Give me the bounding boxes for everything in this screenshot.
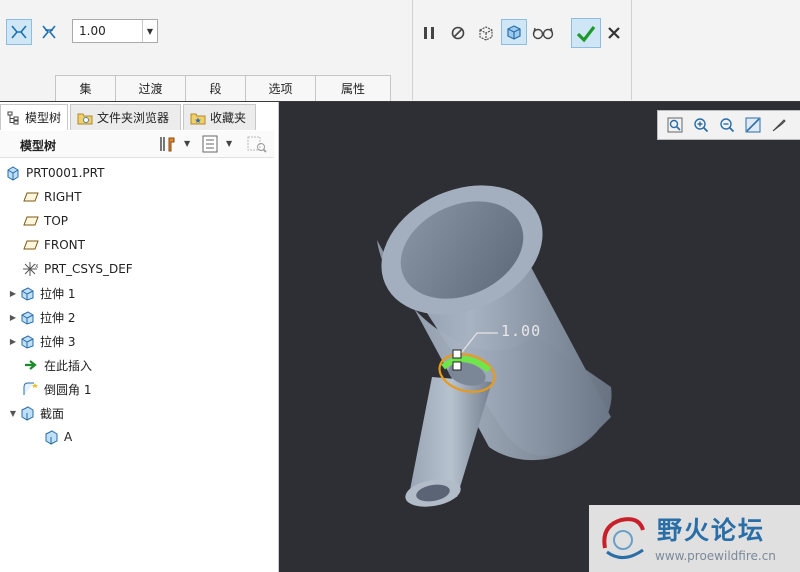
tab-favorites[interactable]: 收藏夹 (183, 104, 256, 130)
filter-icon[interactable] (247, 135, 267, 156)
datum-plane-icon (22, 188, 40, 206)
tree-item-extrude-2[interactable]: ▶ 拉伸 2 (8, 306, 75, 328)
divider (631, 0, 632, 100)
large-tube[interactable] (361, 161, 612, 461)
watermark: 野火论坛 www.proewildfire.cn (589, 505, 800, 572)
tree-item-label: 截面 (40, 406, 65, 421)
radius-value-text[interactable]: 1.00 (73, 24, 142, 38)
tree-item-front[interactable]: FRONT (22, 234, 85, 256)
no-preview-icon[interactable] (445, 20, 471, 46)
expand-icon[interactable]: ▼ (8, 409, 18, 418)
ribbon: 1.00 ▼ 集 过渡 段 选项 属性 (0, 0, 800, 102)
expand-icon[interactable]: ▶ (8, 289, 18, 298)
tab-sets[interactable]: 集 (55, 75, 116, 101)
settings-tools-icon[interactable] (158, 135, 176, 156)
tree-item-label: PRT_CSYS_DEF (44, 262, 133, 276)
tab-label: 过渡 (138, 82, 163, 96)
tab-model-tree[interactable]: 模型树 (0, 104, 68, 130)
tree-item-round-1[interactable]: 倒圆角 1 (22, 378, 91, 400)
graphics-viewport[interactable]: 1.00 野火论坛 www.proewildfire.cn (279, 102, 800, 572)
tab-folder-browser[interactable]: 文件夹浏览器 (70, 104, 181, 130)
tab-options[interactable]: 选项 (245, 75, 316, 101)
expand-icon[interactable]: ▶ (8, 313, 18, 322)
verify-icon[interactable] (501, 19, 527, 45)
folder-browser-icon (77, 113, 93, 124)
tree-item-section-a[interactable]: A (42, 426, 72, 448)
expand-icon[interactable]: ▶ (8, 337, 18, 346)
model-tree-header: 模型树 ▼ ▼ (0, 131, 274, 158)
show-list-icon[interactable] (202, 135, 218, 156)
chevron-down-icon[interactable]: ▼ (184, 139, 190, 148)
display-style-icon[interactable] (768, 114, 790, 136)
tab-pieces[interactable]: 段 (185, 75, 246, 101)
datum-plane-icon (22, 212, 40, 230)
datum-plane-icon (22, 236, 40, 254)
dimension-value-label[interactable]: 1.00 (501, 322, 541, 340)
tree-item-label: 拉伸 3 (40, 334, 76, 349)
tab-label: 模型树 (25, 111, 62, 125)
section-icon (18, 404, 36, 422)
tab-label: 文件夹浏览器 (97, 111, 170, 125)
extrude-icon (18, 332, 36, 350)
round-icon (22, 380, 40, 398)
tree-item-label: 拉伸 2 (40, 310, 76, 325)
tree-item-extrude-1[interactable]: ▶ 拉伸 1 (8, 282, 75, 304)
tree-item-csys[interactable]: X PRT_CSYS_DEF (22, 258, 133, 280)
tab-label: 属性 (340, 82, 365, 96)
tree-item-label: 拉伸 1 (40, 286, 76, 301)
repaint-icon[interactable] (742, 114, 764, 136)
favorites-icon (190, 113, 206, 124)
model-tree-title: 模型树 (20, 139, 57, 153)
chevron-down-icon[interactable]: ▼ (226, 139, 232, 148)
chevron-down-icon[interactable]: ▼ (142, 20, 157, 42)
divider (412, 0, 413, 100)
navigator-panel: 模型树 文件夹浏览器 收藏夹 模型树 ▼ ▼ PRT0001.PRT RIGHT… (0, 102, 279, 572)
tree-item-label: RIGHT (44, 190, 82, 204)
tab-label: 收藏夹 (210, 111, 247, 125)
tree-item-label: FRONT (44, 238, 85, 252)
tab-label: 集 (79, 82, 92, 96)
insert-here-arrow-icon (22, 356, 40, 374)
model-tree-icon (7, 111, 19, 124)
tree-item-extrude-3[interactable]: ▶ 拉伸 3 (8, 330, 75, 352)
tree-item-label: TOP (44, 214, 69, 228)
zoom-in-icon[interactable] (690, 114, 712, 136)
watermark-title: 野火论坛 (657, 516, 766, 545)
tree-item-section[interactable]: ▼ 截面 (8, 402, 64, 424)
cancel-x-icon[interactable] (601, 20, 627, 46)
small-pin[interactable] (403, 377, 492, 511)
part-icon (4, 164, 22, 182)
section-icon (42, 428, 60, 446)
svg-text:X: X (35, 264, 39, 270)
preview-geometry-icon[interactable] (473, 20, 499, 46)
radius-value-input[interactable]: 1.00 ▼ (72, 19, 158, 43)
pause-icon[interactable] (416, 20, 442, 46)
tree-item-insert-here[interactable]: 在此插入 (22, 354, 92, 376)
zoom-fit-icon[interactable] (664, 114, 686, 136)
tab-label: 选项 (268, 82, 293, 96)
csys-icon: X (22, 260, 40, 278)
tree-item-label: 倒圆角 1 (44, 382, 92, 397)
tree-item-top[interactable]: TOP (22, 210, 68, 232)
ok-check-icon[interactable] (571, 18, 601, 48)
round-set-icon[interactable] (6, 19, 32, 45)
zoom-out-icon[interactable] (716, 114, 738, 136)
tab-label: 段 (209, 82, 222, 96)
glasses-icon[interactable] (530, 20, 556, 46)
tree-item-label: PRT0001.PRT (26, 166, 105, 180)
forum-logo-icon (602, 517, 645, 559)
tree-item-label: 在此插入 (44, 358, 93, 373)
extrude-icon (18, 284, 36, 302)
round-transition-icon[interactable] (36, 19, 62, 45)
tree-item-part[interactable]: PRT0001.PRT (4, 162, 104, 184)
tab-transitions[interactable]: 过渡 (115, 75, 186, 101)
view-toolbar (657, 110, 800, 140)
extrude-icon (18, 308, 36, 326)
watermark-url: www.proewildfire.cn (655, 549, 776, 563)
tree-item-right[interactable]: RIGHT (22, 186, 82, 208)
tab-properties[interactable]: 属性 (315, 75, 391, 101)
tree-item-label: A (64, 430, 73, 444)
